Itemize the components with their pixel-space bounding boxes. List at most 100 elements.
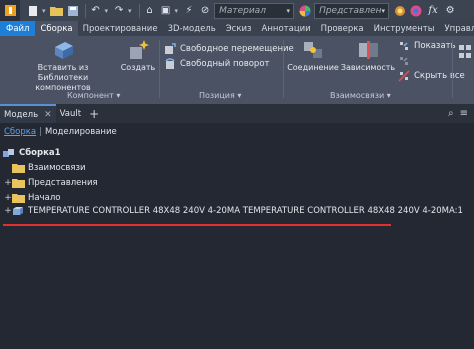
select-icon[interactable]: ▣ (159, 4, 173, 18)
modeling-view-link[interactable]: Моделирование (45, 127, 117, 137)
free-rotate-icon (165, 58, 175, 69)
new-file-icon[interactable] (26, 4, 40, 18)
hide-all-button[interactable]: Скрыть все (398, 70, 465, 82)
part-label: TEMPERATURE CONTROLLER 48X48 240V 4-20MA… (28, 206, 463, 216)
tree-item-representations[interactable]: + Представления (4, 176, 98, 190)
expand-plus-icon[interactable]: + (4, 206, 12, 216)
folder-icon (12, 179, 25, 188)
add-tab-plus-icon[interactable]: + (89, 107, 99, 121)
tab-design[interactable]: Проектирование (78, 21, 163, 36)
redo-icon[interactable]: ↷ (112, 4, 126, 18)
appearance-color-icon[interactable] (298, 4, 312, 18)
quick-access-toolbar: ▾ ↶ ▾ ↷ ▾ ⌂ ▣ ▾ ⚡ ⊘ Материал ▾ Представл… (0, 0, 474, 21)
free-move-label: Свободное перемещение (180, 44, 294, 54)
show-sick-button[interactable] (398, 55, 414, 67)
joint-icon (304, 42, 322, 58)
panel-separator (283, 40, 284, 98)
tab-manage[interactable]: Управле (439, 21, 474, 36)
chevron-down-icon: ▾ (286, 6, 291, 15)
appearance-combo[interactable]: Представлен ▾ (314, 2, 390, 19)
tree-item-relationships[interactable]: Взаимосвязи (4, 161, 86, 175)
tree-root-assembly[interactable]: Сборка1 (2, 146, 61, 160)
hide-all-icon (398, 70, 410, 82)
create-component-button[interactable]: Создать (120, 39, 156, 73)
expand-plus-icon[interactable]: + (4, 178, 12, 188)
select-dropdown-arrow[interactable]: ▾ (175, 7, 179, 15)
ribbon: Вставить из Библиотеки компонентов Созда… (0, 36, 474, 104)
insert-from-library-label: Вставить из Библиотеки компонентов (35, 63, 91, 92)
save-icon[interactable] (66, 4, 80, 18)
undo-dropdown-arrow[interactable]: ▾ (105, 7, 109, 15)
tab-3d-model[interactable]: 3D-модель (163, 21, 221, 36)
tab-model-label: Модель (4, 109, 39, 120)
toolbar-separator (84, 3, 86, 18)
appearance-placeholder: Представлен (319, 5, 382, 16)
chevron-down-icon: ▾ (381, 6, 386, 15)
filter-separator: | (39, 127, 42, 137)
tree-item-origin[interactable]: + Начало (4, 191, 60, 205)
open-folder-icon[interactable] (50, 4, 64, 18)
clear-appearance-icon[interactable] (393, 4, 407, 18)
tab-file[interactable]: Файл (0, 21, 36, 36)
hide-all-label: Скрыть все (414, 71, 465, 81)
component-panel-label[interactable]: Компонент ▾ (67, 91, 120, 100)
inventor-window: ▾ ↶ ▾ ↷ ▾ ⌂ ▣ ▾ ⚡ ⊘ Материал ▾ Представл… (0, 0, 474, 349)
app-menu-button[interactable] (0, 0, 20, 21)
home-icon[interactable]: ⌂ (143, 4, 157, 18)
menu-icon[interactable]: ≡ (460, 108, 468, 119)
tab-vault[interactable]: Vault (56, 104, 85, 123)
adjust-appearance-icon[interactable] (409, 4, 423, 18)
insert-from-library-button[interactable]: Вставить из Библиотеки компонентов (8, 39, 118, 93)
assembly-root-label: Сборка1 (19, 148, 61, 158)
assembly-view-link[interactable]: Сборка (4, 127, 36, 137)
constraint-label: Зависимость (340, 63, 396, 72)
tab-model[interactable]: Модель ✕ (0, 104, 56, 123)
tree-item-part[interactable]: + TEMPERATURE CONTROLLER 48X48 240V 4-20… (4, 204, 463, 218)
tab-assembly[interactable]: Сборка (35, 21, 78, 36)
expand-plus-icon[interactable]: + (4, 193, 12, 203)
browser-filter-row: Сборка | Моделирование (0, 123, 474, 141)
parameters-fx-icon[interactable]: fx (425, 4, 441, 18)
content-center-icon (55, 42, 73, 59)
assembly-icon (3, 149, 14, 157)
create-component-icon (130, 40, 149, 59)
inventor-logo-icon (4, 5, 16, 16)
material-combo[interactable]: Материал ▾ (214, 2, 295, 19)
new-dropdown-arrow[interactable]: ▾ (42, 7, 46, 15)
tab-inspect[interactable]: Проверка (316, 21, 369, 36)
tree-item-label: Взаимосвязи (28, 163, 86, 173)
redo-dropdown-arrow[interactable]: ▾ (128, 7, 132, 15)
part-icon (13, 207, 23, 215)
position-panel-label[interactable]: Позиция ▾ (199, 91, 241, 100)
toolbar-separator (138, 3, 140, 18)
free-move-button[interactable]: Свободное перемещение (164, 43, 294, 55)
highlight-underline (3, 224, 391, 226)
show-label: Показать (414, 41, 456, 51)
tree-item-label: Представления (28, 178, 98, 188)
joint-button[interactable]: Соединение (287, 39, 339, 73)
measure-icon[interactable]: ⊘ (198, 4, 212, 18)
browser-tools: ⌕ ≡ (448, 108, 474, 119)
panel-separator (452, 40, 453, 98)
undo-icon[interactable]: ↶ (89, 4, 103, 18)
relationships-panel-label[interactable]: Взаимосвязи ▾ (330, 91, 391, 100)
tab-vault-label: Vault (59, 108, 82, 119)
tab-tools[interactable]: Инструменты (369, 21, 440, 36)
constraint-icon (359, 41, 378, 59)
tree-item-label: Начало (28, 193, 61, 203)
settings-icon[interactable]: ⚙ (443, 4, 457, 18)
pattern-icon (459, 45, 471, 58)
update-icon[interactable]: ⚡ (182, 4, 196, 18)
search-icon[interactable]: ⌕ (448, 108, 454, 119)
tab-sketch[interactable]: Эскиз (221, 21, 257, 36)
show-icon (400, 42, 408, 50)
model-browser-tree: Сборка1 Взаимосвязи + Представления + На… (0, 141, 474, 349)
constraint-button[interactable]: Зависимость (340, 39, 396, 73)
show-button[interactable]: Показать (398, 40, 456, 52)
pattern-button[interactable] (456, 44, 474, 60)
free-rotate-button[interactable]: Свободный поворот (164, 58, 269, 70)
folder-icon (12, 164, 25, 173)
tab-annotate[interactable]: Аннотации (257, 21, 316, 36)
close-icon[interactable]: ✕ (44, 110, 52, 120)
ribbon-tab-bar: Файл Сборка Проектирование 3D-модель Эск… (0, 21, 474, 36)
